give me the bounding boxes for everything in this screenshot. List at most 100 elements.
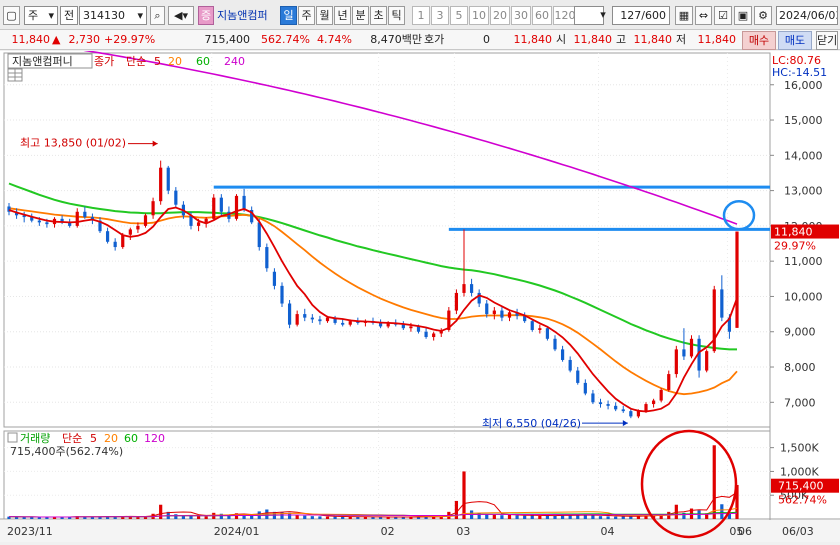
period-button-2[interactable]: 월	[316, 6, 333, 25]
candle-body	[174, 190, 178, 205]
x-tick-label: 06/03	[782, 525, 814, 538]
gear-icon[interactable]: ⚙	[754, 6, 772, 25]
candle-body	[576, 370, 580, 383]
price-panel	[3, 52, 771, 428]
period-button-4[interactable]: 분	[352, 6, 369, 25]
volume-legend-item: 60	[124, 432, 138, 445]
candle-body	[318, 319, 322, 322]
save-icon[interactable]: ▣	[734, 6, 752, 25]
legend-item: 단순	[126, 55, 146, 68]
volume-bar	[500, 515, 504, 519]
candle-body	[629, 411, 633, 417]
volume-bar	[462, 471, 466, 519]
stock-name[interactable]: 지놈앤컴퍼	[217, 6, 281, 25]
count-display[interactable]: 127/600	[612, 6, 670, 25]
candle-body	[720, 289, 724, 318]
period-button-0[interactable]: 일	[280, 6, 297, 25]
candle-body	[272, 271, 277, 286]
candle-body	[136, 225, 140, 230]
volume-bar	[507, 514, 512, 519]
sell-button[interactable]: 매도	[778, 31, 812, 50]
candle-body	[530, 321, 534, 330]
candle-body	[469, 284, 474, 293]
chevron-down-icon: ▾	[48, 9, 54, 22]
grid-icon[interactable]: ▦	[675, 6, 693, 25]
interval-button-60[interactable]: 60	[532, 6, 552, 25]
interval-button-5[interactable]: 5	[450, 6, 468, 25]
volume-legend-item: 120	[144, 432, 165, 445]
period-button-1[interactable]: 주	[298, 6, 315, 25]
candle-body	[659, 389, 663, 401]
candle-body	[598, 402, 603, 405]
legend-item: 종가	[94, 55, 114, 68]
volume-bar	[204, 516, 208, 519]
chevron-down-icon[interactable]: ▾	[596, 6, 610, 25]
volume-bar	[591, 515, 595, 519]
candle-body	[219, 197, 223, 212]
candle-body	[416, 326, 421, 332]
volume-value: 715,400	[204, 33, 251, 46]
move-icon[interactable]: ⇔	[695, 6, 712, 25]
period-button-3[interactable]: 년	[334, 6, 351, 25]
candle-body	[644, 404, 648, 412]
legend-item: 20	[168, 55, 182, 68]
price-tick-label: 15,000	[784, 114, 823, 127]
candle-body	[401, 324, 405, 329]
interval-button-20[interactable]: 20	[490, 6, 510, 25]
interval-button-1[interactable]: 1	[412, 6, 430, 25]
interval-button-10[interactable]: 10	[469, 6, 489, 25]
current-price-tag-label: 11,840	[774, 226, 813, 239]
open-value: 11,840	[573, 33, 613, 46]
candle-body	[287, 303, 292, 325]
buy-button[interactable]: 매수	[742, 31, 776, 50]
search-icon[interactable]: ⌕	[150, 6, 165, 25]
legend-name: 지놈앤컴퍼니	[12, 55, 73, 68]
volume-bar	[333, 516, 337, 519]
price-tick-label: 7,000	[784, 396, 816, 409]
date-input[interactable]: 2024/06/03	[776, 6, 838, 25]
period-button-5[interactable]: 초	[370, 6, 387, 25]
candle-body	[234, 195, 239, 219]
window-icon[interactable]: ▢	[3, 6, 20, 25]
hc-label: HC:-14.51	[772, 66, 827, 79]
candle-body	[166, 167, 170, 191]
candle-body	[667, 374, 671, 390]
close-button[interactable]: 닫기	[816, 31, 838, 50]
badge-label: 증	[198, 6, 214, 25]
volume-bar	[485, 514, 489, 519]
period-select[interactable]: 주 ▾	[24, 6, 58, 25]
candle-body	[265, 247, 269, 269]
legend-item: 5	[154, 55, 161, 68]
volume-info: 715,400주(562.74%)	[10, 445, 123, 458]
min-annotation: 최저 6,550 (04/26)	[482, 417, 581, 430]
candle-body	[303, 314, 307, 318]
period-button-6[interactable]: 틱	[388, 6, 405, 25]
candle-body	[705, 351, 709, 371]
x-tick-label: 2024/01	[214, 525, 260, 538]
interval-button-30[interactable]: 30	[511, 6, 531, 25]
volume-bar	[606, 516, 610, 519]
candle-body	[45, 222, 49, 225]
info-bar: 11,840 ▲ 2,730 +29.97% 715,400 562.74% 4…	[0, 30, 840, 50]
candle-body	[151, 201, 155, 216]
candle-body	[257, 222, 261, 248]
volume-legend-name: 거래량	[20, 432, 50, 445]
market-select[interactable]: 전	[60, 6, 78, 25]
speaker-icon[interactable]: ◀▾	[168, 6, 194, 25]
interval-button-3[interactable]: 3	[431, 6, 449, 25]
volume-bar	[303, 515, 307, 519]
candle-body	[280, 285, 284, 304]
candle-body	[159, 167, 163, 202]
candle-body	[545, 328, 550, 339]
volume-bar	[310, 516, 314, 519]
checkbox-icon[interactable]: ☑	[714, 6, 732, 25]
stock-code-input[interactable]: 314130 ▾	[79, 6, 147, 25]
volume-bar	[538, 515, 542, 519]
toolbar: ▢ 주 ▾ 전 314130 ▾ ⌕ ◀▾ 증 지놈앤컴퍼 일주월년분초틱 1351…	[0, 0, 840, 30]
volume-current-tag-label: 715,400	[778, 480, 824, 493]
volume-bar	[598, 516, 603, 519]
candle-body	[128, 229, 132, 235]
change-percent: +29.97%	[104, 33, 156, 46]
candle-body	[621, 409, 625, 412]
change-amount: 2,730	[68, 33, 101, 46]
